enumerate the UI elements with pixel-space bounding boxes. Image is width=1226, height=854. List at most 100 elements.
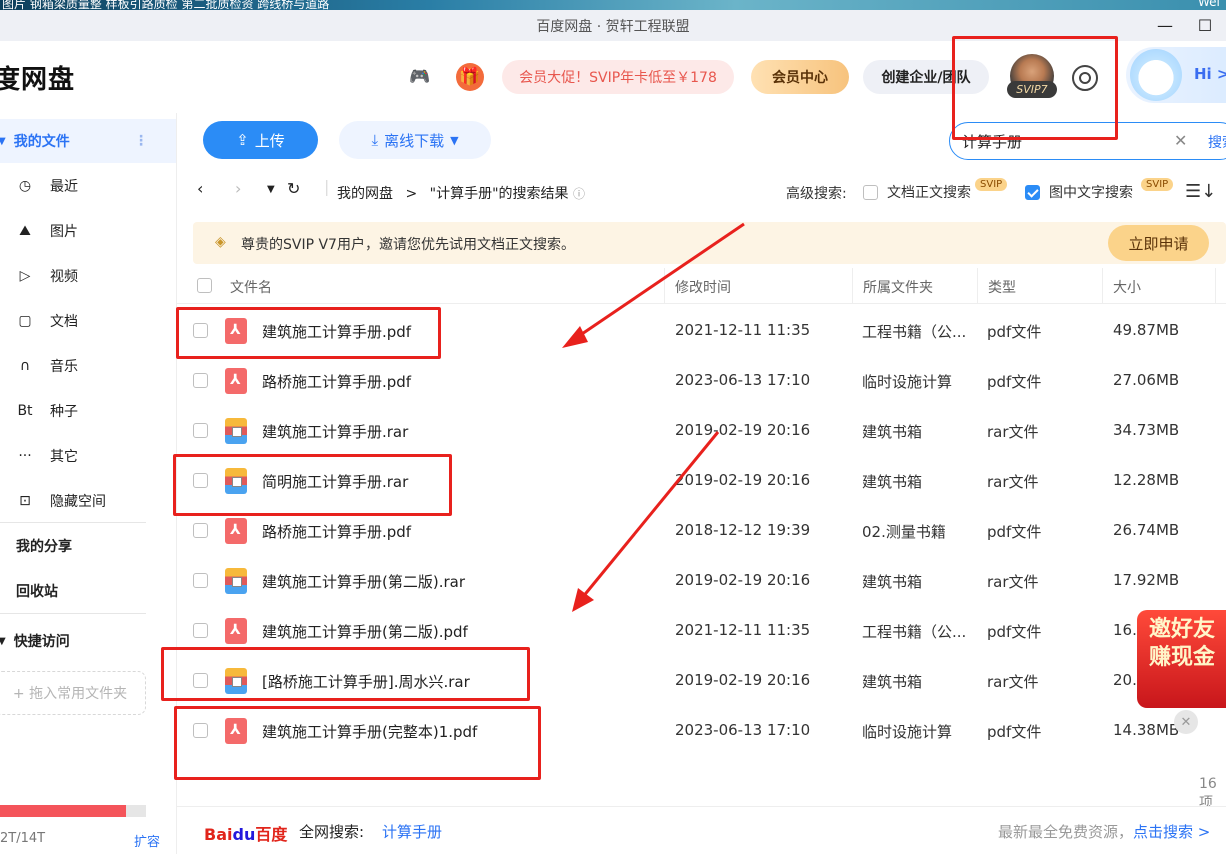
table-row[interactable]: 建筑施工计算手册(完整本)1.pdf 2023-06-13 17:10 临时设施计算… (177, 706, 1226, 756)
row-checkbox[interactable] (193, 473, 208, 488)
file-folder[interactable]: 建筑书箱 (862, 671, 970, 692)
expand-storage-link[interactable]: 扩容 (134, 831, 160, 850)
sidebar-item-document[interactable]: ▢ 文档 (0, 299, 176, 343)
sort-icon[interactable]: ☰↓ (1185, 181, 1216, 202)
fulltext-search-option[interactable]: 文档正文搜索 SVIP (863, 178, 1008, 202)
sidebar-item-torrent[interactable]: Bt 种子 (0, 389, 176, 433)
breadcrumb-current: "计算手册"的搜索结果 (429, 186, 569, 202)
sidebar-item-lock[interactable]: ⊡ 隐藏空间 (0, 479, 176, 523)
clock-icon: ◷ (18, 178, 32, 194)
table-row[interactable]: 建筑施工计算手册.pdf 2021-12-11 11:35 工程书籍（公... pdf… (177, 306, 1226, 356)
document-icon: ▢ (18, 313, 32, 329)
table-row[interactable]: [路桥施工计算手册].周水兴.rar 2019-02-19 20:16 建筑书箱 ra… (177, 656, 1226, 706)
row-checkbox[interactable] (193, 573, 208, 588)
drop-favorite-folder-area[interactable]: + 拖入常用文件夹 (0, 671, 146, 715)
upload-icon: ⇪ (236, 131, 249, 149)
pdf-file-icon (225, 618, 247, 644)
game-icon[interactable]: 🎮 (406, 63, 434, 91)
row-checkbox[interactable] (193, 523, 208, 538)
sidebar-item-recycle[interactable]: 回收站 (0, 569, 176, 613)
web-search-query-link[interactable]: 计算手册 (382, 821, 442, 842)
file-folder[interactable]: 建筑书箱 (862, 571, 970, 592)
fulltext-checkbox[interactable] (863, 184, 878, 200)
search-input[interactable] (962, 131, 1182, 151)
create-team-button[interactable]: 创建企业/团队 (863, 60, 989, 94)
upload-button[interactable]: ⇪ 上传 (203, 121, 318, 159)
refresh-icon[interactable]: ↻ (287, 179, 300, 198)
sidebar-item-quick-access[interactable]: ▼ 快捷访问 (0, 619, 176, 663)
sidebar-item-video[interactable]: ▷ 视频 (0, 254, 176, 298)
file-modified-time: 2019-02-19 20:16 (675, 421, 811, 439)
table-row[interactable]: 路桥施工计算手册.pdf 2018-12-12 19:39 02.测量书籍 pdf文件… (177, 506, 1226, 556)
table-header: 文件名 修改时间 所属文件夹 类型 大小 (177, 268, 1226, 304)
back-icon[interactable]: ‹ (197, 179, 203, 198)
offline-download-button[interactable]: ⤓ 离线下载 ▼ (339, 121, 491, 159)
settings-icon[interactable] (1072, 65, 1098, 91)
row-checkbox[interactable] (193, 373, 208, 388)
history-dropdown-icon[interactable]: ▼ (267, 184, 275, 195)
sidebar-divider (0, 522, 146, 523)
image-text-search-option[interactable]: 图中文字搜索 SVIP (1025, 178, 1174, 202)
table-row[interactable]: 建筑施工计算手册.rar 2019-02-19 20:16 建筑书箱 rar文件 34.… (177, 406, 1226, 456)
sidebar-item-clock[interactable]: ◷ 最近 (0, 164, 176, 208)
file-folder[interactable]: 临时设施计算 (862, 371, 970, 392)
header-size[interactable]: 大小 (1113, 277, 1141, 297)
row-checkbox[interactable] (193, 723, 208, 738)
header-type[interactable]: 类型 (988, 277, 1016, 297)
info-icon[interactable]: ⓘ (573, 187, 585, 201)
header-time[interactable]: 修改时间 (675, 277, 731, 297)
lock-icon: ⊡ (19, 493, 31, 509)
file-name[interactable]: 简明施工计算手册.rar (262, 471, 652, 492)
file-folder[interactable]: 建筑书箱 (862, 471, 970, 492)
row-checkbox[interactable] (193, 673, 208, 688)
select-all-checkbox[interactable] (197, 278, 212, 293)
click-search-link[interactable]: 点击搜索 > (1133, 823, 1210, 841)
clear-search-icon[interactable]: ✕ (1174, 131, 1187, 150)
headphones-icon: ∩ (19, 358, 31, 374)
file-folder[interactable]: 工程书籍（公... (862, 321, 970, 342)
table-row[interactable]: 路桥施工计算手册.pdf 2023-06-13 17:10 临时设施计算 pdf文件 2… (177, 356, 1226, 406)
assistant-button[interactable]: Hi > (1126, 47, 1226, 103)
search-button[interactable]: 搜索 (1208, 132, 1226, 152)
table-row[interactable]: 建筑施工计算手册(第二版).pdf 2021-12-11 11:35 工程书籍（公.… (177, 606, 1226, 656)
image-text-checkbox[interactable] (1025, 184, 1040, 200)
apply-now-button[interactable]: 立即申请 (1108, 225, 1209, 261)
file-name[interactable]: 建筑施工计算手册(第二版).pdf (262, 621, 652, 642)
file-name[interactable]: 路桥施工计算手册.pdf (262, 371, 652, 392)
sidebar-item-headphones[interactable]: ∩ 音乐 (0, 344, 176, 388)
file-folder[interactable]: 建筑书箱 (862, 421, 970, 442)
file-name[interactable]: 建筑施工计算手册.rar (262, 421, 652, 442)
file-folder[interactable]: 临时设施计算 (862, 721, 970, 742)
vip-center-button[interactable]: 会员中心 (751, 60, 849, 94)
close-ad-icon[interactable]: ✕ (1174, 710, 1198, 734)
header-folder[interactable]: 所属文件夹 (863, 277, 933, 297)
file-folder[interactable]: 工程书籍（公... (862, 621, 970, 642)
sidebar-item-my-share[interactable]: 我的分享 (0, 524, 176, 568)
sidebar-item-image[interactable]: ⛰ 图片 (0, 209, 176, 253)
gift-icon[interactable]: 🎁 (456, 63, 484, 91)
file-name[interactable]: 建筑施工计算手册.pdf (262, 321, 652, 342)
more-vertical-icon[interactable]: ⋮ (134, 133, 148, 149)
file-name[interactable]: 路桥施工计算手册.pdf (262, 521, 652, 542)
pdf-file-icon (225, 318, 247, 344)
sidebar-item-my-files[interactable]: ▼ 我的文件 ⋮ (0, 119, 176, 163)
file-name[interactable]: 建筑施工计算手册(第二版).rar (262, 571, 652, 592)
row-checkbox[interactable] (193, 323, 208, 338)
table-row[interactable]: 建筑施工计算手册(第二版).rar 2019-02-19 20:16 建筑书箱 rar… (177, 556, 1226, 606)
invite-friends-ad[interactable]: 邀好友 赚现金 (1137, 610, 1226, 708)
promo-button[interactable]: 会员大促！SVIP年卡低至￥178 (502, 60, 734, 94)
torrent-icon: Bt (17, 403, 33, 419)
sidebar-item-more[interactable]: ··· 其它 (0, 434, 176, 478)
minimize-button[interactable]: — (1150, 12, 1180, 38)
svip-tag: SVIP (1141, 178, 1174, 191)
row-checkbox[interactable] (193, 423, 208, 438)
file-name[interactable]: [路桥施工计算手册].周水兴.rar (262, 671, 652, 692)
forward-icon[interactable]: › (235, 179, 241, 198)
header-name[interactable]: 文件名 (230, 277, 272, 297)
breadcrumb-root[interactable]: 我的网盘 (337, 186, 393, 202)
file-folder[interactable]: 02.测量书籍 (862, 521, 970, 542)
file-name[interactable]: 建筑施工计算手册(完整本)1.pdf (262, 721, 652, 742)
row-checkbox[interactable] (193, 623, 208, 638)
table-row[interactable]: 简明施工计算手册.rar 2019-02-19 20:16 建筑书箱 rar文件 12.… (177, 456, 1226, 506)
maximize-button[interactable]: ☐ (1190, 12, 1220, 38)
